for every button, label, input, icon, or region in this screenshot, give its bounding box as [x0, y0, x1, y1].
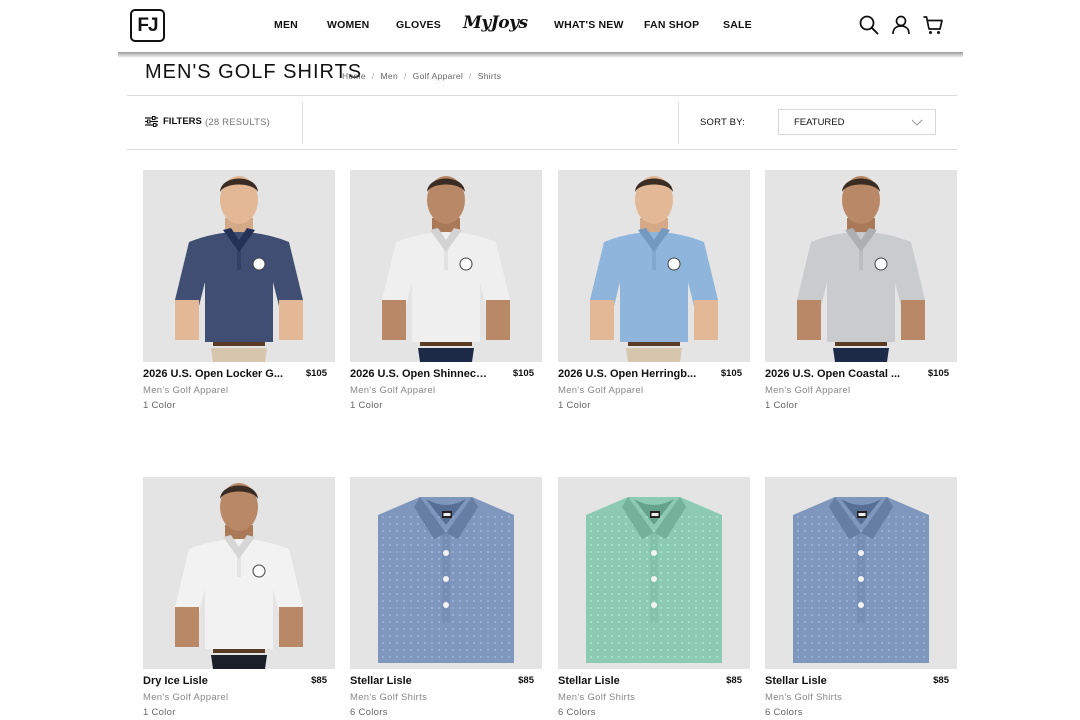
model-shirt-photo: [558, 170, 750, 362]
site-header: FJ MEN WOMEN GLOVES MyJoys WHAT'S NEW FA…: [0, 0, 1080, 52]
model-shirt-photo: [350, 170, 542, 362]
header-icons: [858, 14, 944, 36]
product-colors: 1 Color: [558, 400, 591, 411]
product-category: Men's Golf Shirts: [350, 692, 428, 703]
model-shirt-photo: [143, 170, 335, 362]
product-image[interactable]: [558, 170, 750, 362]
product-colors: 6 Colors: [558, 707, 596, 718]
product-title[interactable]: Stellar Lisle: [558, 675, 698, 687]
model-shirt-photo: [143, 477, 335, 669]
sort-dropdown[interactable]: FEATURED: [778, 109, 936, 135]
product-card[interactable]: 2026 U.S. Open Shinneco... $105 Men's Go…: [350, 170, 542, 411]
product-card[interactable]: 2026 U.S. Open Locker G... $105 Men's Go…: [143, 170, 335, 411]
nav-men[interactable]: MEN: [274, 19, 298, 31]
product-card[interactable]: 2026 U.S. Open Coastal ... $105 Men's Go…: [765, 170, 957, 411]
product-price: $105: [305, 368, 327, 379]
filter-sliders-icon: [145, 116, 158, 127]
sort-label: SORT BY:: [700, 117, 746, 128]
search-icon[interactable]: [858, 14, 880, 36]
breadcrumb-separator: /: [403, 71, 407, 81]
filters-label: FILTERS: [163, 116, 202, 127]
product-price: $85: [518, 675, 534, 686]
product-title[interactable]: Stellar Lisle: [765, 675, 905, 687]
filters-button[interactable]: FILTERS: [145, 116, 202, 127]
filter-separator: [678, 102, 679, 144]
product-price: $85: [311, 675, 327, 686]
product-card[interactable]: 2026 U.S. Open Herringb... $105 Men's Go…: [558, 170, 750, 411]
product-image[interactable]: [350, 477, 542, 669]
product-title[interactable]: Dry Ice Lisle: [143, 675, 283, 687]
product-title[interactable]: 2026 U.S. Open Coastal ...: [765, 368, 905, 380]
product-card[interactable]: Stellar Lisle $85 Men's Golf Shirts 6 Co…: [350, 477, 542, 718]
product-card[interactable]: Stellar Lisle $85 Men's Golf Shirts 6 Co…: [558, 477, 750, 718]
product-image[interactable]: [558, 477, 750, 669]
product-price: $85: [933, 675, 949, 686]
page-title: MEN'S GOLF SHIRTS: [145, 61, 363, 83]
folded-shirt-photo: [765, 477, 957, 669]
product-category: Men's Golf Apparel: [558, 385, 644, 396]
chevron-down-icon: [911, 119, 923, 126]
cart-icon[interactable]: [922, 14, 944, 36]
product-price: $105: [720, 368, 742, 379]
account-icon[interactable]: [890, 14, 912, 36]
product-category: Men's Golf Apparel: [143, 692, 229, 703]
product-colors: 1 Color: [143, 707, 176, 718]
breadcrumb-separator: /: [469, 71, 472, 81]
nav-fan-shop[interactable]: FAN SHOP: [644, 19, 699, 31]
divider: [127, 149, 957, 150]
product-category: Men's Golf Apparel: [143, 385, 229, 396]
title-shadow: [118, 52, 963, 58]
sort-value: FEATURED: [794, 116, 845, 128]
filter-bar: FILTERS (28 RESULTS) SORT BY: FEATURED: [127, 96, 957, 150]
product-image[interactable]: [765, 170, 957, 362]
product-colors: 6 Colors: [765, 707, 803, 718]
product-image[interactable]: [765, 477, 957, 669]
nav-women[interactable]: WOMEN: [327, 19, 369, 31]
product-title[interactable]: 2026 U.S. Open Shinneco...: [350, 368, 490, 380]
product-image[interactable]: [350, 170, 542, 362]
product-colors: 1 Color: [350, 400, 383, 411]
folded-shirt-photo: [350, 477, 542, 669]
product-price: $105: [927, 368, 949, 379]
product-colors: 1 Color: [143, 400, 176, 411]
nav-whats-new[interactable]: WHAT'S NEW: [554, 19, 624, 31]
product-colors: 6 Colors: [350, 707, 388, 718]
nav-sale[interactable]: SALE: [723, 19, 752, 31]
breadcrumb: Home / Men / Golf Apparel / Shirts: [342, 71, 501, 81]
product-category: Men's Golf Shirts: [558, 692, 636, 703]
product-image[interactable]: [143, 477, 335, 669]
folded-shirt-photo: [558, 477, 750, 669]
product-card[interactable]: Dry Ice Lisle $85 Men's Golf Apparel 1 C…: [143, 477, 335, 718]
product-card[interactable]: Stellar Lisle $85 Men's Golf Shirts 6 Co…: [765, 477, 957, 718]
product-category: Men's Golf Shirts: [765, 692, 843, 703]
product-image[interactable]: [143, 170, 335, 362]
results-count: (28 RESULTS): [205, 117, 271, 128]
product-colors: 1 Color: [765, 400, 798, 411]
breadcrumb-shirts[interactable]: Shirts: [478, 71, 502, 81]
breadcrumb-golf-apparel[interactable]: Golf Apparel: [413, 71, 463, 81]
nav-myjoys[interactable]: MyJoys: [463, 13, 528, 33]
filter-separator: [302, 102, 303, 144]
breadcrumb-separator: /: [371, 71, 375, 81]
product-category: Men's Golf Apparel: [350, 385, 436, 396]
product-price: $105: [512, 368, 534, 379]
product-price: $85: [726, 675, 742, 686]
breadcrumb-home[interactable]: Home: [342, 71, 366, 81]
breadcrumb-men[interactable]: Men: [381, 71, 398, 81]
model-shirt-photo: [765, 170, 957, 362]
nav-gloves[interactable]: GLOVES: [396, 19, 441, 31]
product-title[interactable]: 2026 U.S. Open Locker G...: [143, 368, 283, 380]
product-category: Men's Golf Apparel: [765, 385, 851, 396]
product-title[interactable]: Stellar Lisle: [350, 675, 490, 687]
product-title[interactable]: 2026 U.S. Open Herringb...: [558, 368, 698, 380]
